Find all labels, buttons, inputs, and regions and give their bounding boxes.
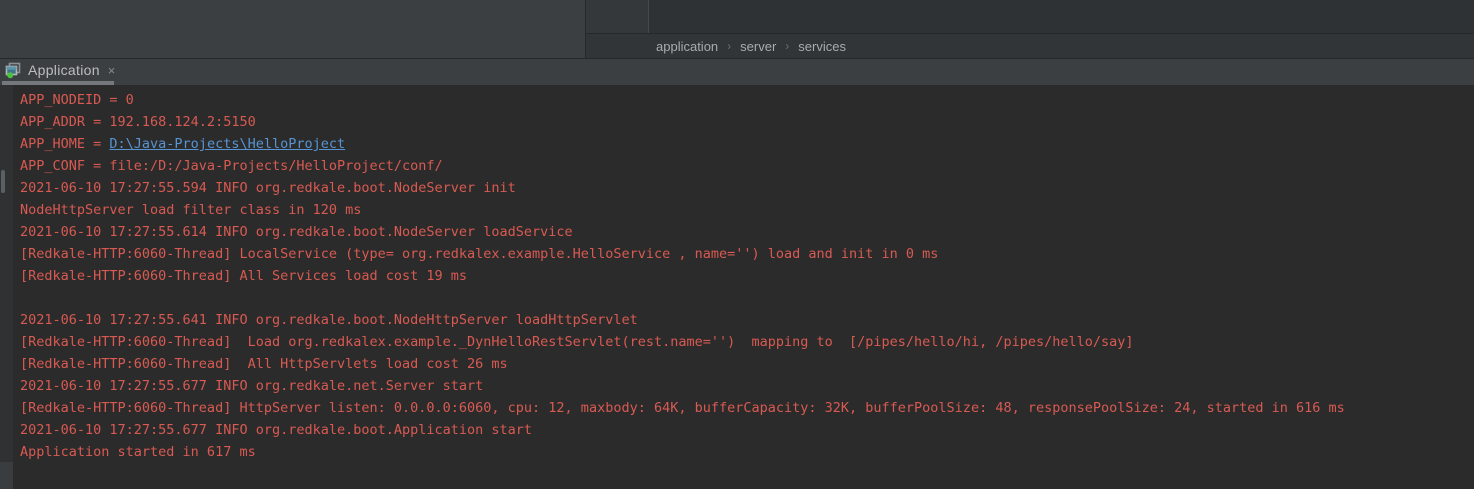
console-left-gutter-bottom: [0, 462, 13, 489]
tab-label: Application: [28, 62, 100, 78]
console-text: 2021-06-10 17:27:55.641 INFO org.redkale…: [20, 312, 638, 328]
console-line: 2021-06-10 17:27:55.677 INFO org.redkale…: [20, 375, 1345, 397]
console-text: 2021-06-10 17:27:55.614 INFO org.redkale…: [20, 224, 573, 240]
console-text: [Redkale-HTTP:6060-Thread] Load org.redk…: [20, 334, 1134, 350]
console-line: 2021-06-10 17:27:55.677 INFO org.redkale…: [20, 419, 1345, 441]
console-text: 2021-06-10 17:27:55.677 INFO org.redkale…: [20, 422, 532, 438]
breadcrumb: application › server › services: [586, 33, 1474, 58]
breadcrumb-separator-icon: ›: [727, 39, 731, 53]
scrollbar-thumb[interactable]: [1, 170, 5, 193]
console-line: [20, 287, 1345, 309]
console-line: 2021-06-10 17:27:55.641 INFO org.redkale…: [20, 309, 1345, 331]
console-text: [Redkale-HTTP:6060-Thread] LocalService …: [20, 246, 938, 262]
console-line: 2021-06-10 17:27:55.594 INFO org.redkale…: [20, 177, 1345, 199]
ide-window: application › server › services Application …: [0, 0, 1474, 489]
run-toolwindow-tabbar: Application ×: [0, 58, 1474, 85]
run-console-icon: [4, 61, 22, 79]
console-pane: APP_NODEID = 0 APP_ADDR = 192.168.124.2:5…: [0, 85, 1474, 489]
console-log: APP_NODEID = 0 APP_ADDR = 192.168.124.2:5…: [20, 89, 1345, 463]
console-line: NodeHttpServer load filter class in 120 …: [20, 199, 1345, 221]
console-text: APP_ADDR = 192.168.124.2:5150: [20, 114, 256, 130]
console-text: 2021-06-10 17:27:55.677 INFO org.redkale…: [20, 378, 483, 394]
console-line: [Redkale-HTTP:6060-Thread] HttpServer li…: [20, 397, 1345, 419]
breadcrumb-item-application[interactable]: application: [656, 39, 718, 54]
tabbar-top-border: [0, 58, 1474, 59]
console-text: APP_CONF = file:/D:/Java-Projects/HelloP…: [20, 158, 443, 174]
console-line: [Redkale-HTTP:6060-Thread] LocalService …: [20, 243, 1345, 265]
console-line: 2021-06-10 17:27:55.614 INFO org.redkale…: [20, 221, 1345, 243]
console-line: APP_ADDR = 192.168.124.2:5150: [20, 111, 1345, 133]
console-line: Application started in 617 ms: [20, 441, 1345, 463]
top-area: application › server › services: [0, 0, 1474, 58]
console-left-gutter: [0, 85, 13, 462]
console-text: 2021-06-10 17:27:55.594 INFO org.redkale…: [20, 180, 516, 196]
console-line: APP_CONF = file:/D:/Java-Projects/HelloP…: [20, 155, 1345, 177]
console-line: APP_HOME = D:\Java-Projects\HelloProject: [20, 133, 1345, 155]
editor-area: [586, 0, 1474, 33]
console-text: NodeHttpServer load filter class in 120 …: [20, 202, 361, 218]
breadcrumb-separator-icon: ›: [785, 39, 789, 53]
console-line: [Redkale-HTTP:6060-Thread] Load org.redk…: [20, 331, 1345, 353]
console-text: [Redkale-HTTP:6060-Thread] HttpServer li…: [20, 400, 1345, 416]
project-panel: [0, 0, 585, 58]
breadcrumb-item-services[interactable]: services: [798, 39, 846, 54]
console-text: APP_NODEID = 0: [20, 92, 134, 108]
console-line: [Redkale-HTTP:6060-Thread] All Services …: [20, 265, 1345, 287]
console-line: [Redkale-HTTP:6060-Thread] All HttpServl…: [20, 353, 1345, 375]
editor-gutter-divider: [648, 0, 649, 33]
console-file-link[interactable]: D:\Java-Projects\HelloProject: [109, 136, 345, 152]
editor-gutter: [586, 0, 648, 33]
tab-application[interactable]: Application ×: [0, 59, 115, 81]
console-text: APP_HOME =: [20, 136, 109, 152]
console-text: [Redkale-HTTP:6060-Thread] All HttpServl…: [20, 356, 508, 372]
console-text: Application started in 617 ms: [20, 444, 256, 460]
close-icon[interactable]: ×: [108, 64, 116, 77]
console-line: APP_NODEID = 0: [20, 89, 1345, 111]
console-text: [Redkale-HTTP:6060-Thread] All Services …: [20, 268, 467, 284]
breadcrumb-item-server[interactable]: server: [740, 39, 776, 54]
